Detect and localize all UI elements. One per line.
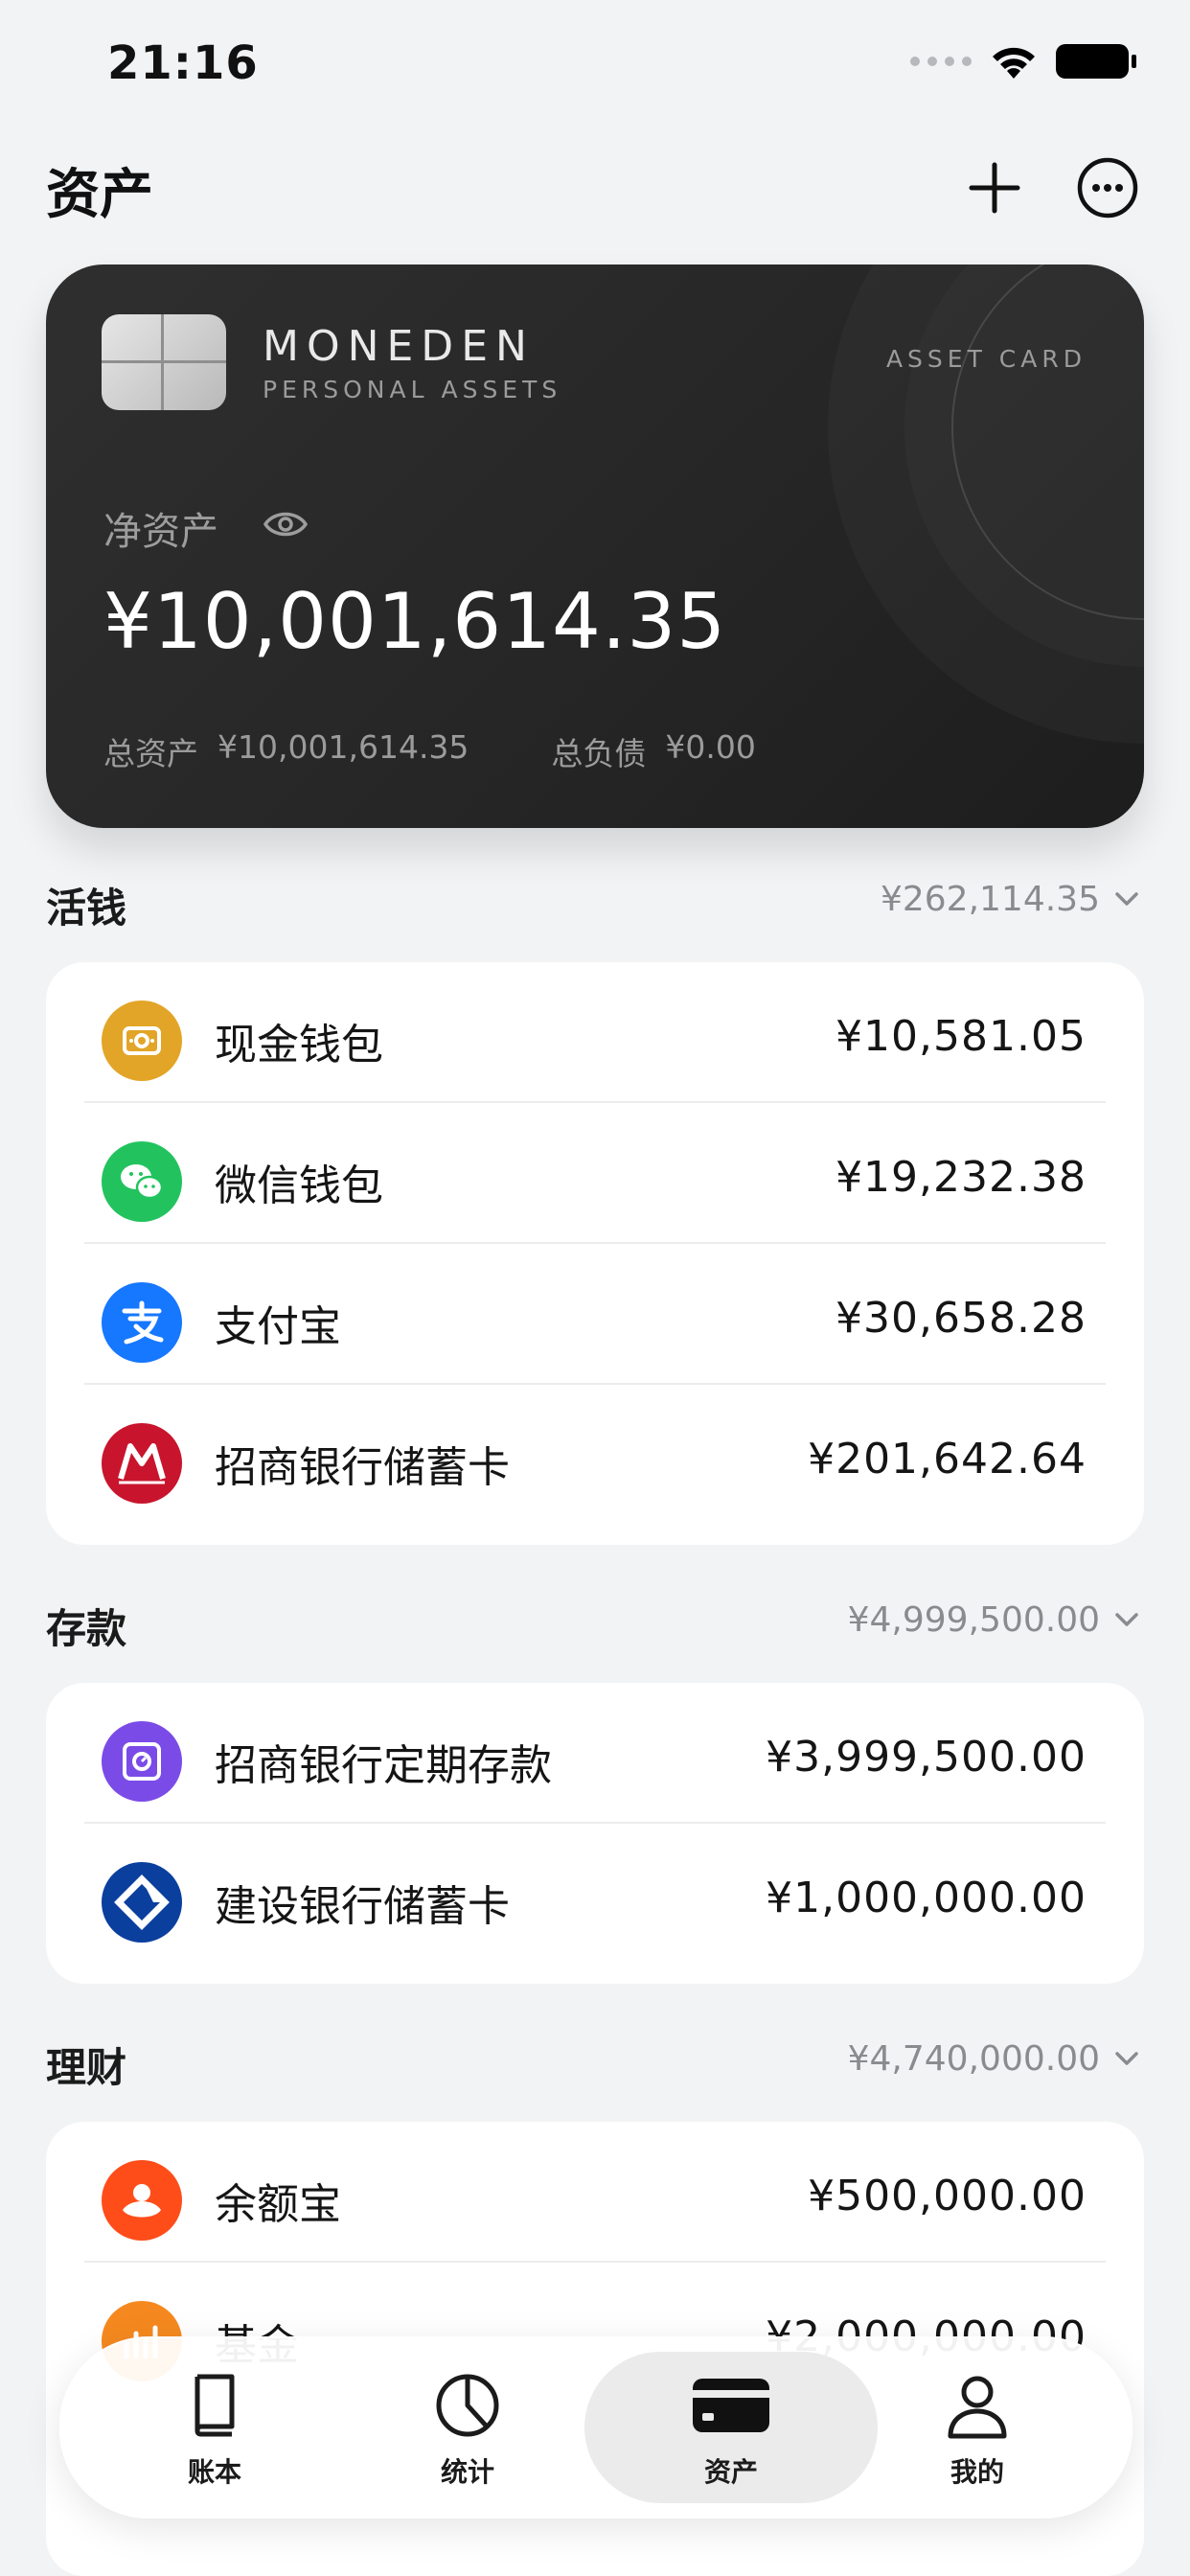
net-assets-value: ¥10,001,614.35: [103, 577, 727, 666]
item-name: 支付宝: [215, 1302, 341, 1351]
yuebao-icon: [102, 2160, 182, 2241]
card-brand: MONEDEN: [263, 322, 535, 371]
net-assets-label: 净资产: [103, 510, 218, 554]
section-total: ¥4,999,500.00: [847, 1600, 1100, 1640]
list-item[interactable]: 招商银行储蓄卡 ¥201,642.64: [46, 1385, 1144, 1526]
section-header-deposits[interactable]: 存款 ¥4,999,500.00: [46, 1587, 1144, 1664]
status-icons: [910, 42, 1136, 80]
section-title: 理财: [46, 2044, 127, 2091]
card-footer: 总资产 ¥10,001,614.35 总负债 ¥0.00: [103, 728, 756, 774]
section-total: ¥262,114.35: [880, 880, 1100, 919]
item-amount: ¥19,232.38: [835, 1153, 1087, 1202]
item-name: 建设银行储蓄卡: [215, 1882, 510, 1931]
tab-label: 我的: [950, 2456, 1004, 2488]
cmb-icon: [102, 1423, 182, 1504]
screen: 21:16 资产 MONEDEN PERSONAL ASSETS ASSET C…: [0, 0, 1190, 2576]
section-title: 活钱: [46, 885, 127, 932]
card-chip: [102, 314, 226, 410]
safe-deposit-icon: [102, 1721, 182, 1802]
list-item[interactable]: 招商银行定期存款 ¥3,999,500.00: [46, 1683, 1144, 1824]
item-amount: ¥500,000.00: [808, 2172, 1087, 2220]
tab-profile[interactable]: 我的: [853, 2352, 1102, 2503]
eye-icon[interactable]: [263, 508, 309, 540]
total-assets-value: ¥10,001,614.35: [217, 728, 469, 766]
item-amount: ¥10,581.05: [835, 1012, 1087, 1061]
page-header: 资产: [0, 134, 1190, 264]
item-name: 余额宝: [215, 2180, 341, 2229]
card-brand-sub: PERSONAL ASSETS: [263, 376, 562, 403]
alipay-icon: [102, 1282, 182, 1363]
chevron-down-icon: [1115, 2052, 1138, 2065]
section-header-investments[interactable]: 理财 ¥4,740,000.00: [46, 2026, 1144, 2103]
item-name: 招商银行储蓄卡: [215, 1443, 510, 1492]
item-amount: ¥30,658.28: [835, 1294, 1087, 1343]
item-name: 现金钱包: [215, 1021, 383, 1070]
ccb-icon: [102, 1862, 182, 1943]
tab-stats[interactable]: 统计: [343, 2352, 592, 2503]
section-total: ¥4,740,000.00: [847, 2039, 1100, 2079]
item-name: 招商银行定期存款: [215, 1741, 552, 1790]
total-liabilities-label: 总负债: [551, 735, 647, 772]
chevron-down-icon: [1115, 892, 1138, 906]
tab-ledger[interactable]: 账本: [90, 2352, 339, 2503]
item-name: 微信钱包: [215, 1162, 383, 1210]
add-button[interactable]: [960, 153, 1029, 222]
tab-label: 统计: [440, 2456, 494, 2488]
tab-assets[interactable]: 资产: [584, 2352, 878, 2503]
tab-label: 账本: [187, 2456, 241, 2488]
list-item[interactable]: 建设银行储蓄卡 ¥1,000,000.00: [46, 1824, 1144, 1965]
chevron-down-icon: [1115, 1613, 1138, 1626]
section-header-liquid[interactable]: 活钱 ¥262,114.35: [46, 866, 1144, 943]
item-amount: ¥1,000,000.00: [766, 1874, 1087, 1922]
more-button[interactable]: [1073, 153, 1142, 222]
status-time: 21:16: [107, 36, 259, 90]
list-item[interactable]: 支付宝 ¥30,658.28: [46, 1244, 1144, 1385]
list-item[interactable]: 微信钱包 ¥19,232.38: [46, 1103, 1144, 1244]
wifi-icon: [993, 47, 1035, 79]
page-title: 资产: [46, 164, 153, 226]
total-liabilities-value: ¥0.00: [665, 728, 756, 766]
item-amount: ¥201,642.64: [808, 1435, 1087, 1484]
signal-icon: [910, 57, 972, 66]
asset-card[interactable]: MONEDEN PERSONAL ASSETS ASSET CARD 净资产 ¥…: [46, 264, 1144, 828]
item-amount: ¥3,999,500.00: [766, 1733, 1087, 1782]
card-type: ASSET CARD: [885, 345, 1087, 373]
list-item[interactable]: 余额宝 ¥500,000.00: [46, 2122, 1144, 2263]
card-icon: [693, 2379, 769, 2432]
list-card-liquid: 现金钱包 ¥10,581.05 微信钱包 ¥19,232.38 支付宝 ¥30,…: [46, 962, 1144, 1545]
wechat-icon: [102, 1141, 182, 1222]
total-assets-label: 总资产: [103, 735, 198, 772]
tab-label: 资产: [703, 2456, 758, 2488]
battery-icon: [1056, 44, 1136, 79]
status-bar: 21:16: [0, 0, 1190, 134]
section-title: 存款: [46, 1605, 127, 1652]
pie-chart-icon: [436, 2374, 499, 2437]
cash-wallet-icon: [102, 1000, 182, 1081]
list-item[interactable]: 现金钱包 ¥10,581.05: [46, 962, 1144, 1103]
list-card-deposits: 招商银行定期存款 ¥3,999,500.00 建设银行储蓄卡 ¥1,000,00…: [46, 1683, 1144, 1984]
book-icon: [195, 2374, 235, 2437]
tab-bar: 账本 统计 资产 我的: [59, 2336, 1133, 2518]
person-icon: [948, 2376, 1007, 2439]
